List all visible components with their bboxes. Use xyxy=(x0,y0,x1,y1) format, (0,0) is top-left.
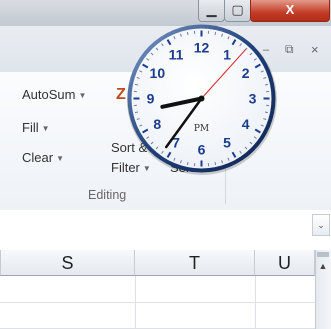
editing-group-label: Editing xyxy=(88,188,127,202)
clock-tick xyxy=(134,83,139,86)
autosum-label: AutoSum xyxy=(22,87,76,102)
clock-numeral: 6 xyxy=(198,142,206,158)
dropdown-arrow-icon: ▼ xyxy=(78,91,87,101)
autosum-button[interactable]: AutoSum ▼ xyxy=(22,87,86,102)
clock-tick xyxy=(214,31,217,36)
dropdown-arrow-icon: ▼ xyxy=(56,154,64,164)
maximize-button[interactable]: ▢ xyxy=(224,0,251,22)
clock-numeral: 9 xyxy=(147,91,155,107)
clock-numeral: 8 xyxy=(153,116,161,132)
scrollbar-split-handle[interactable] xyxy=(317,252,329,257)
column-gridline xyxy=(135,276,136,329)
row-gridline xyxy=(0,302,315,303)
clock-numeral: 5 xyxy=(223,135,231,151)
formula-bar-expand-button[interactable]: ⌄ xyxy=(312,214,330,236)
clock-tick xyxy=(186,31,189,36)
clock-numeral: 3 xyxy=(249,91,257,107)
column-header-s[interactable]: S xyxy=(0,250,135,276)
dropdown-arrow-icon: ▼ xyxy=(41,124,50,134)
doc-close-button[interactable]: × xyxy=(311,42,319,57)
clock-numeral: 1 xyxy=(223,46,231,62)
close-button[interactable]: X xyxy=(250,0,330,22)
clear-button[interactable]: Clear ▼ xyxy=(22,150,64,165)
analog-clock-widget[interactable]: 12 1234567891011 PM xyxy=(124,21,279,176)
clock-tick xyxy=(186,161,189,166)
column-gridline xyxy=(255,276,256,329)
clock-tick xyxy=(264,111,269,114)
fill-button[interactable]: Fill ▼ xyxy=(22,120,50,135)
clock-tick xyxy=(134,111,139,114)
clock-period-label: PM xyxy=(194,124,209,134)
clock-numeral: 4 xyxy=(242,116,250,132)
doc-restore-button[interactable]: ⧉ xyxy=(285,42,294,57)
minimize-button[interactable]: ▁ xyxy=(198,0,225,22)
scroll-up-arrow-icon[interactable]: ▲ xyxy=(316,259,330,273)
clock-tick xyxy=(214,161,217,166)
clock-tick xyxy=(264,83,269,86)
clock-center-pin xyxy=(198,95,205,102)
column-header-t[interactable]: T xyxy=(135,250,255,276)
clock-numeral: 12 xyxy=(194,40,210,56)
clock-numeral: 11 xyxy=(169,46,184,62)
clear-label: Clear xyxy=(22,150,54,165)
sheet-top-gap xyxy=(0,236,331,250)
fill-label: Fill xyxy=(22,120,39,135)
clock-numeral: 10 xyxy=(150,65,166,81)
clock-numeral: 2 xyxy=(242,65,250,81)
column-header-u[interactable]: U xyxy=(255,250,315,276)
